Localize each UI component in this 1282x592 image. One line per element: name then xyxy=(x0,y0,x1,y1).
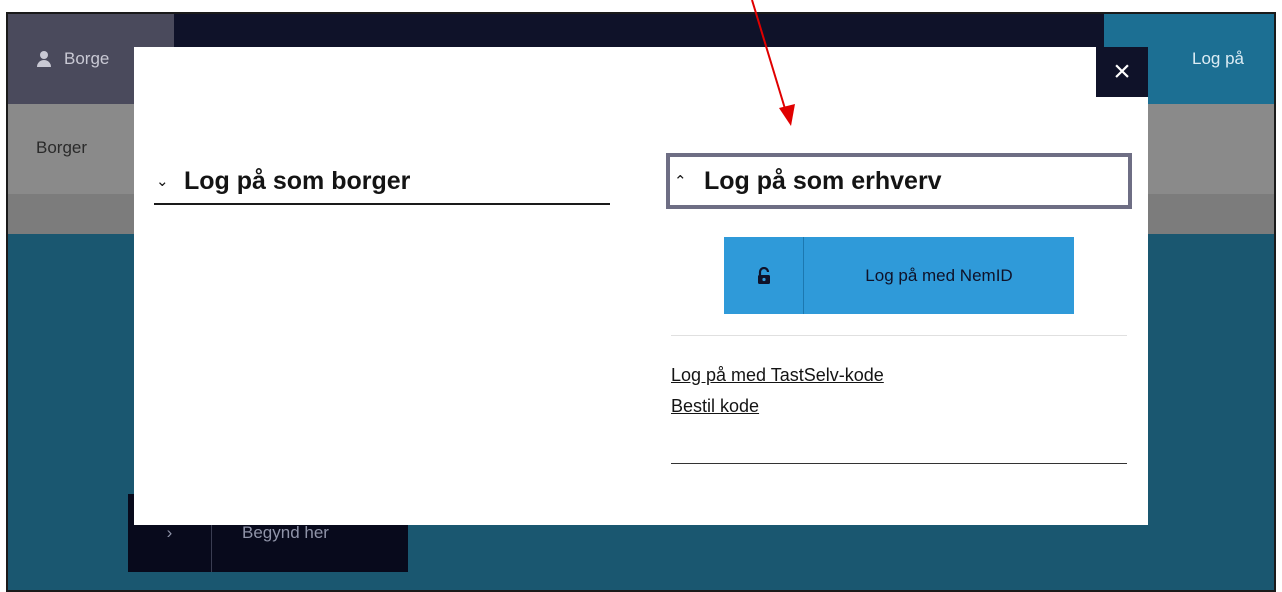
lock-icon xyxy=(724,237,804,314)
login-modal: × ⌄ Log på som borger ⌃ Log på som erhve… xyxy=(134,47,1148,525)
top-login-label: Log på xyxy=(1192,49,1244,68)
section-divider xyxy=(671,463,1127,464)
order-code-link[interactable]: Bestil kode xyxy=(671,396,759,417)
divider xyxy=(671,335,1127,336)
close-icon: × xyxy=(1113,55,1131,88)
nemid-login-label: Log på med NemID xyxy=(865,265,1013,285)
section-citizen-login[interactable]: ⌄ Log på som borger xyxy=(154,159,610,205)
section-business-title: Log på som erhverv xyxy=(704,166,942,195)
tab-borger-label: Borge xyxy=(64,49,110,68)
chevron-down-icon: ⌄ xyxy=(156,173,169,190)
cta-label: Begynd her xyxy=(242,523,329,542)
breadcrumb-borger[interactable]: Borger xyxy=(36,138,87,158)
section-citizen-title: Log på som borger xyxy=(184,166,411,195)
person-icon xyxy=(36,51,52,67)
nemid-login-button[interactable]: Log på med NemID xyxy=(724,237,1074,314)
chevron-up-icon: ⌃ xyxy=(674,173,687,190)
tastselv-login-link[interactable]: Log på med TastSelv-kode xyxy=(671,365,884,386)
close-button[interactable]: × xyxy=(1096,47,1148,97)
section-business-login[interactable]: ⌃ Log på som erhverv xyxy=(666,153,1132,209)
